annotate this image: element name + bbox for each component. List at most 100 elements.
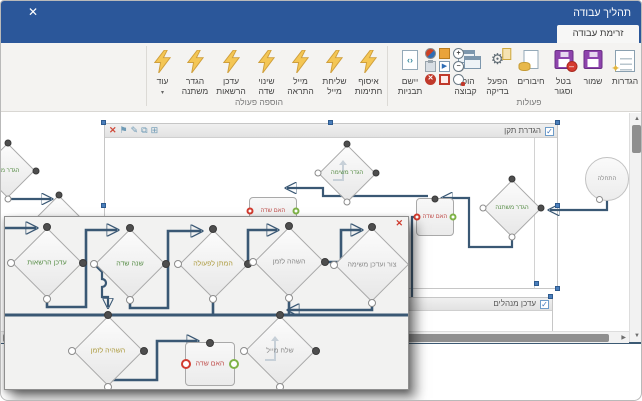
collect-signatures-button[interactable]: איסוףחתימות (352, 46, 385, 108)
flow-node-edge[interactable]: הגדר מש (0, 143, 36, 199)
port-dark[interactable] (373, 170, 380, 177)
port-dark[interactable] (140, 347, 148, 355)
port-dark[interactable] (312, 347, 320, 355)
zoom-in-icon[interactable]: + (453, 48, 464, 59)
set-variable-button[interactable]: הגדרמשתנה (178, 46, 212, 108)
port-light[interactable] (596, 196, 603, 203)
connections-button[interactable]: חיבורים (514, 46, 548, 108)
close-icon[interactable]: ✕ (395, 218, 403, 229)
flow-node-pause-time[interactable]: השהה לזמן (253, 226, 325, 298)
port-light[interactable] (126, 296, 134, 304)
port-light[interactable] (344, 199, 351, 206)
flow-node-delay-time[interactable]: השהיה לזמן (72, 315, 144, 387)
flow-node-create-update-task[interactable]: צור ועדכן משימה (334, 227, 409, 303)
group-standard-toolbar[interactable]: ✕⚑✎⧉⊞ (109, 125, 161, 136)
group-box-standard-titlebar[interactable]: ✓ הגדרת תקן ✕⚑✎⧉⊞ (105, 124, 557, 138)
settings-button[interactable]: ✦ הגדרות (608, 46, 642, 108)
port-red[interactable] (181, 359, 191, 369)
port-light[interactable] (276, 383, 284, 390)
apply-templates-button[interactable]: ‹› יישם תבניות (395, 46, 425, 108)
port-light[interactable] (68, 347, 76, 355)
port-dark[interactable] (5, 140, 12, 147)
port-light[interactable] (90, 260, 98, 268)
port-dark[interactable] (368, 223, 376, 231)
port-dark[interactable] (509, 176, 516, 183)
port-light[interactable] (315, 170, 322, 177)
group-box-managers[interactable]: ✓ עדכן מנהלים (396, 297, 553, 333)
port-dark[interactable] (33, 168, 40, 175)
port-dark[interactable] (432, 196, 439, 203)
orange-marker-icon[interactable] (439, 48, 450, 59)
scroll-right-icon[interactable]: ▶ (621, 335, 626, 341)
dialog-titlebar[interactable]: ✕ תהליך עבודה זרימת עבודה (1, 1, 642, 43)
port-light[interactable] (285, 294, 293, 302)
port-green[interactable] (293, 208, 300, 215)
group-box-managers-titlebar[interactable]: ✓ עדכן מנהלים (397, 298, 552, 311)
subprocess-window[interactable]: ✕ עדכן הרשאות שנה שדה (4, 216, 409, 390)
zoom-reset-icon[interactable] (453, 74, 464, 85)
scroll-up-icon[interactable]: ▲ (634, 116, 640, 122)
port-dark[interactable] (209, 225, 217, 233)
port-light[interactable] (43, 295, 51, 303)
resize-handle[interactable] (555, 203, 560, 208)
port-dark[interactable] (162, 260, 170, 268)
port-dark[interactable] (126, 224, 134, 232)
copy-icon[interactable]: ⧉ (141, 125, 150, 135)
flow-node-wait-action[interactable]: המתן לפעולה (178, 229, 248, 299)
flag-icon[interactable]: ⚑ (120, 125, 131, 135)
resize-handle[interactable] (555, 286, 560, 291)
port-dark[interactable] (43, 223, 51, 231)
tab-workflow[interactable]: זרימת עבודה (557, 25, 639, 43)
port-green[interactable] (450, 214, 457, 221)
save-button[interactable]: שמור (579, 46, 607, 108)
port-light[interactable] (240, 347, 248, 355)
red-marker-icon[interactable] (439, 74, 450, 85)
flow-node-start[interactable]: התחלה (585, 157, 629, 201)
update-permissions-button[interactable]: עדכןהרשאות (213, 46, 249, 108)
group-standard-checkbox[interactable]: ✓ (545, 127, 554, 136)
resize-handle[interactable] (101, 120, 106, 125)
port-light[interactable] (330, 261, 338, 269)
port-green[interactable] (229, 359, 239, 369)
flow-node-set-task[interactable]: הגדר משימה (318, 144, 376, 202)
vertical-scrollbar[interactable]: ▲ ▼ (629, 113, 642, 342)
group-managers-checkbox[interactable]: ✓ (540, 300, 549, 309)
flow-node-is-field-1[interactable]: האם שדה (416, 198, 454, 236)
run-check-button[interactable]: ⚙ הפעל בדיקה (482, 46, 513, 108)
resize-handle[interactable] (548, 294, 553, 299)
delete-icon[interactable]: ✕ (425, 74, 436, 85)
resize-handle[interactable] (555, 120, 560, 125)
port-dark[interactable] (321, 258, 329, 266)
resize-handle[interactable] (534, 281, 539, 286)
port-light[interactable] (480, 205, 487, 212)
port-dark[interactable] (206, 339, 214, 347)
port-dark[interactable] (79, 259, 87, 267)
port-red[interactable] (414, 214, 421, 221)
port-light[interactable] (5, 196, 12, 203)
port-light[interactable] (249, 258, 257, 266)
port-light[interactable] (509, 234, 516, 241)
port-light[interactable] (209, 295, 217, 303)
port-dark[interactable] (56, 192, 63, 199)
delete-group-icon[interactable]: ✕ (109, 125, 120, 135)
port-light[interactable] (7, 259, 15, 267)
flow-node-is-field[interactable]: האם שדה (185, 342, 235, 386)
port-dark[interactable] (344, 141, 351, 148)
cancel-close-button[interactable]: – בטל וסגור (549, 46, 578, 108)
flow-node-send-mail[interactable]: שלח מייל (244, 315, 316, 387)
add-icon[interactable]: ⊞ (151, 125, 162, 135)
port-dark[interactable] (285, 222, 293, 230)
scroll-down-icon[interactable]: ▼ (634, 333, 640, 339)
port-light[interactable] (104, 383, 112, 390)
port-light[interactable] (368, 299, 376, 307)
port-red[interactable] (247, 208, 254, 215)
go-to-icon[interactable]: ▶ (439, 61, 450, 72)
resize-handle[interactable] (101, 203, 106, 208)
refresh-pinwheel-icon[interactable] (425, 48, 436, 59)
port-dark[interactable] (538, 205, 545, 212)
zoom-out-icon[interactable]: − (453, 61, 464, 72)
port-dark[interactable] (104, 311, 112, 319)
port-dark[interactable] (276, 311, 284, 319)
flow-node-update-permissions[interactable]: עדכן הרשאות (11, 227, 83, 299)
resize-handle[interactable] (328, 120, 333, 125)
